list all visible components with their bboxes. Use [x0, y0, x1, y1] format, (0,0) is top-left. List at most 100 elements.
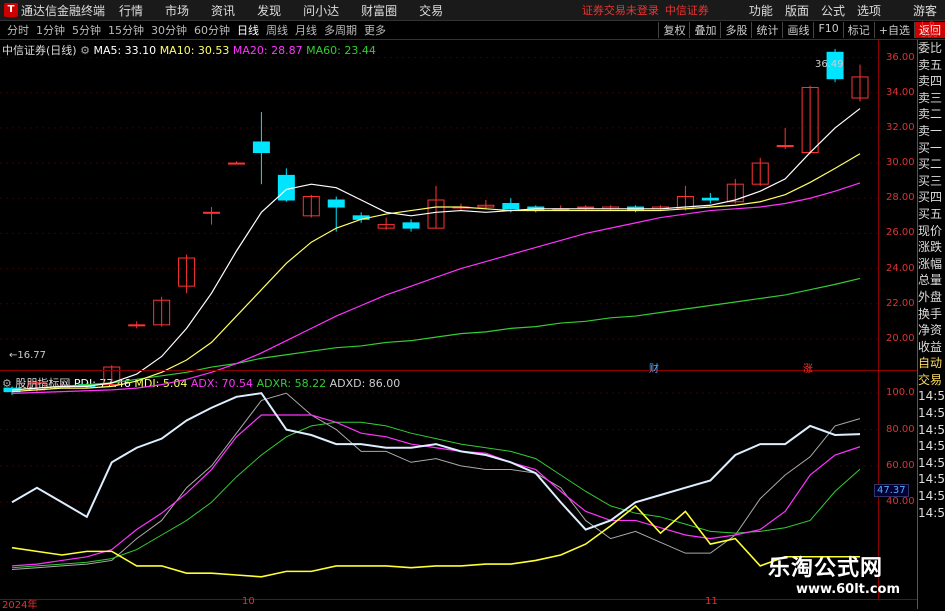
candle-body	[402, 222, 420, 229]
tool-multi[interactable]: 多股	[720, 22, 751, 38]
watermark: 乐淘公式网 www.60lt.com	[768, 550, 918, 597]
candle-body	[776, 144, 794, 147]
menu-layout[interactable]: 版面	[785, 2, 809, 19]
menu-trade[interactable]: 交易	[419, 2, 443, 19]
tool-overlay[interactable]: 叠加	[689, 22, 720, 38]
menu-formula[interactable]: 公式	[821, 2, 845, 19]
app-title: 通达信金融终端	[21, 3, 106, 18]
login-status[interactable]: 证券交易未登录	[582, 2, 659, 18]
period-multi[interactable]: 多周期	[324, 22, 357, 38]
kline-chart[interactable]	[0, 40, 878, 600]
period-monthly[interactable]: 月线	[295, 22, 317, 38]
adxd-line	[11, 392, 861, 571]
price-tick-label: 28.00	[886, 192, 915, 204]
side-item: 委比	[918, 41, 943, 55]
side-item: 净资	[918, 323, 943, 338]
side-item: 卖四	[918, 74, 943, 89]
candle-body	[502, 203, 520, 210]
menu-function[interactable]: 功能	[749, 2, 773, 19]
tool-mark[interactable]: 标记	[842, 22, 874, 38]
side-item: 换手	[918, 306, 943, 321]
period-30min[interactable]: 30分钟	[151, 22, 187, 38]
side-item: 卖三	[918, 90, 943, 105]
x-label-oct: 10	[242, 596, 255, 607]
app-logo-icon: T	[4, 3, 18, 17]
price-tick-label: 34.00	[886, 86, 915, 98]
side-item: 14:56	[918, 505, 945, 520]
side-item: 14:56	[918, 439, 945, 454]
corner-lr[interactable]: L R 300	[921, 22, 938, 40]
quote-side-panel: 委比 卖五 卖四 卖三 卖二 卖一 买一 买二 买三 买四 买五 现价 涨跌 涨幅 总量 外盘 换手 净资 收益 自动…	[917, 40, 945, 609]
menu-wealth[interactable]: 财富圈	[361, 2, 397, 19]
side-item: 14:56	[918, 406, 945, 421]
candle-body	[701, 197, 719, 201]
low-label: ←16.77	[9, 350, 47, 361]
chart-tools: 复权 叠加 多股 统计 画线 F10 标记 +自选 返回	[658, 22, 945, 38]
period-60min[interactable]: 60分钟	[194, 22, 230, 38]
tool-draw[interactable]: 画线	[782, 22, 813, 38]
pane-divider	[0, 370, 917, 371]
tool-f10[interactable]: F10	[813, 22, 842, 38]
tool-adjust[interactable]: 复权	[658, 22, 689, 38]
event-flag-rise[interactable]: 涨	[803, 360, 813, 375]
pdi-line	[11, 392, 861, 531]
menu-market[interactable]: 市场	[165, 2, 189, 19]
guest-label[interactable]: 游客	[913, 2, 937, 19]
price-tick-label: 22.00	[886, 297, 915, 309]
price-axis-divider	[878, 40, 879, 600]
adxd-value-tag: 47.37	[874, 484, 909, 497]
tool-add-watch[interactable]: +自选	[873, 22, 914, 38]
side-item: 14:56	[918, 472, 945, 487]
side-item: 自动	[918, 356, 943, 371]
broker-name: 中信证券	[664, 4, 709, 17]
period-5min[interactable]: 5分钟	[72, 22, 101, 38]
side-item: 买五	[918, 206, 943, 221]
side-item: 外盘	[918, 289, 943, 304]
candle-body	[577, 206, 595, 209]
menu-news[interactable]: 资讯	[211, 2, 235, 19]
menu-discover[interactable]: 发现	[257, 2, 281, 19]
side-item: 卖二	[918, 107, 943, 122]
x-label-nov: 11	[705, 596, 718, 607]
adx-line	[11, 414, 861, 567]
indicator-tick-label: 60.00	[886, 459, 915, 471]
period-timeshare[interactable]: 分时	[7, 22, 29, 38]
side-item: 买一	[918, 140, 943, 155]
low-value: 16.77	[17, 350, 47, 361]
side-item: 总量	[918, 273, 943, 288]
event-flag-finance[interactable]: 财	[649, 360, 659, 375]
menu-ask[interactable]: 问小达	[303, 2, 339, 19]
candle-body	[128, 324, 146, 327]
bottom-axis-line	[0, 599, 917, 600]
period-more[interactable]: 更多	[364, 22, 386, 38]
price-tick-label: 36.00	[886, 51, 915, 63]
side-item: 14:56	[918, 389, 945, 404]
watermark-title: 乐淘公式网	[768, 556, 884, 581]
side-item: 14:56	[918, 455, 945, 470]
side-item: 卖五	[918, 57, 943, 72]
period-daily[interactable]: 日线	[237, 22, 259, 38]
side-item: 交易	[918, 372, 943, 387]
period-toolbar: 分时 1分钟 5分钟 15分钟 30分钟 60分钟 日线 周线 月线 多周期 更…	[0, 21, 945, 40]
ma5-line	[11, 108, 861, 391]
period-weekly[interactable]: 周线	[266, 22, 288, 38]
side-item: 卖一	[918, 123, 943, 138]
tool-stats[interactable]: 统计	[751, 22, 782, 38]
menu-options[interactable]: 选项	[857, 2, 881, 19]
high-label: 36.49	[815, 59, 844, 70]
period-15min[interactable]: 15分钟	[108, 22, 144, 38]
price-tick-label: 24.00	[886, 262, 915, 274]
indicator-tick-label: 100.0	[886, 387, 915, 399]
price-tick-label: 32.00	[886, 121, 915, 133]
price-tick-label: 26.00	[886, 227, 915, 239]
side-item: 涨幅	[918, 256, 943, 271]
side-item: 买二	[918, 157, 943, 172]
mdi-line	[11, 504, 860, 578]
candle-body	[327, 199, 345, 208]
side-item: 现价	[918, 223, 943, 238]
corner-num: 300	[921, 30, 939, 40]
menu-quotes[interactable]: 行情	[119, 2, 143, 19]
price-tick-label: 20.00	[886, 332, 915, 344]
candle-body	[203, 211, 221, 214]
period-1min[interactable]: 1分钟	[36, 22, 65, 38]
